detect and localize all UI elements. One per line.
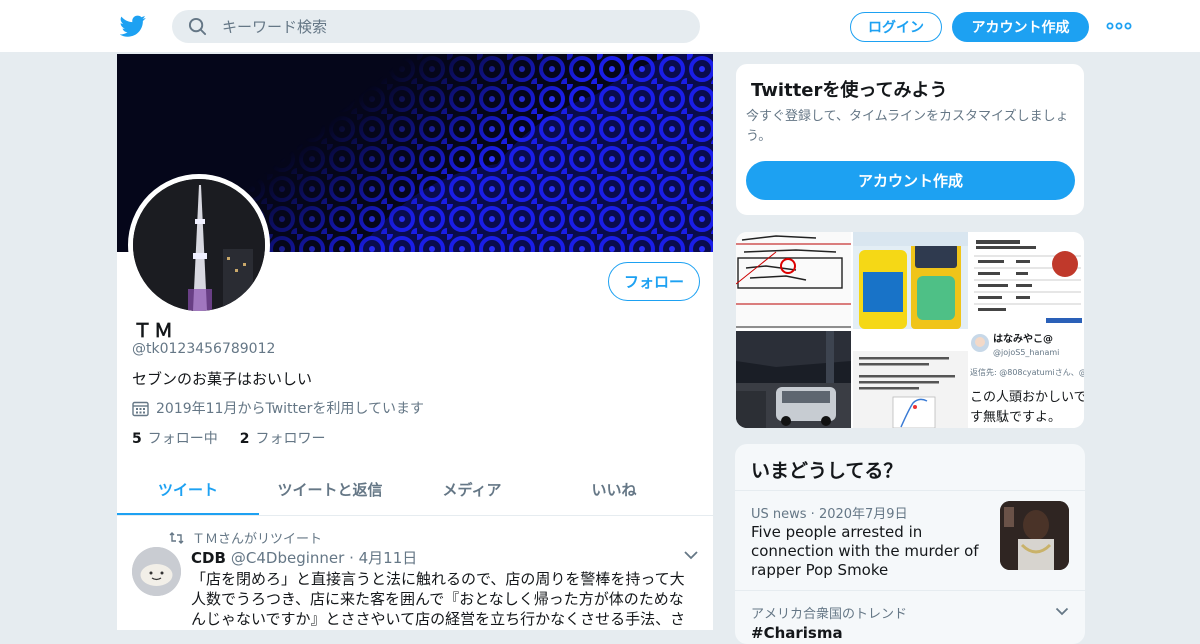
profile-avatar[interactable] [128,174,270,316]
news-meta: US news · 2020年7月9日 [751,503,908,522]
tab-media[interactable]: メディア [401,468,543,515]
tweet-author-name[interactable]: CDB [191,549,226,567]
thumb6-line3: す無駄ですよ。 [970,410,1061,425]
retweet-context: ＴＭさんがリツイート [169,528,322,547]
following-label: フォロー中 [147,431,218,447]
news-thumbnail [1000,501,1069,570]
thumb6-line1: 返信先: @808cyatumiさん、@ [970,367,1085,377]
profile-join-date: 2019年11月からTwitterを利用しています [132,398,424,418]
signup-button[interactable]: アカウント作成 [952,12,1089,42]
followers-link[interactable]: 2 フォロワー [240,428,326,448]
profile-column: フォロー ＴＭ @tk0123456789012 セブンのお菓子はおいしい 20… [116,54,714,630]
trend-context: アメリカ合衆国のトレンド [751,607,908,622]
media-thumbnail-grid: はなみやこ@ @jojoS5_hanami 返信先: @808cyatumiさん… [735,231,1085,429]
followers-label: フォロワー [255,431,326,447]
following-link[interactable]: 5 フォロー中 [132,428,218,448]
media-thumb-5[interactable] [853,331,968,428]
retweet-icon [169,531,184,544]
tweet-author-handle[interactable]: @C4Dbeginner [231,549,344,567]
profile-bio: セブンのお菓子はおいしい [132,370,313,388]
news-headline: Five people arrested in connection with … [751,523,979,579]
trend-item[interactable]: アメリカ合衆国のトレンド #Charisma [735,590,1085,644]
retweet-label: ＴＭさんがリツイート [192,532,323,547]
tab-likes[interactable]: いいね [543,468,685,515]
tweet-text: 「店を閉めろ」と直接言うと法に触れるので、店の周りを警棒を持って大人数でうろつき… [191,570,686,628]
thumb6-line2: この人頭おかしいで [970,390,1085,405]
chevron-down-icon[interactable] [1055,607,1069,616]
signup-card-title: Twitterを使ってみよう [751,80,948,101]
followers-count: 2 [239,431,250,447]
more-options-icon[interactable] [1106,17,1132,35]
tweet-separator: · [344,549,359,567]
signup-card-subtitle: 今すぐ登録して、タイムラインをカスタマイズしましょう。 [746,109,1069,144]
profile-handle: @tk0123456789012 [132,341,276,357]
trend-news-item[interactable]: US news · 2020年7月9日 Five people arrested… [735,490,1085,590]
chevron-down-icon[interactable] [683,550,699,560]
media-thumb-3[interactable] [970,232,1084,329]
following-count: 5 [132,431,142,447]
calendar-icon [132,401,149,416]
signup-promo-card: Twitterを使ってみよう 今すぐ登録して、タイムラインをカスタマイズしましょ… [735,63,1085,216]
signup-card-button[interactable]: アカウント作成 [746,161,1075,200]
news-date: 2020年7月9日 [818,507,908,522]
thumb6-user: はなみやこ@ [993,333,1053,345]
trend-hashtag: #Charisma [751,624,843,642]
news-source: US news [751,507,807,522]
media-thumb-6[interactable]: はなみやこ@ @jojoS5_hanami 返信先: @808cyatumiさん… [970,331,1085,428]
profile-stats: 5 フォロー中 2 フォロワー [132,428,326,448]
media-thumb-2[interactable] [853,232,968,329]
search-input[interactable] [172,10,700,43]
tab-tweets[interactable]: ツイート [117,468,259,515]
trends-panel: いまどうしてる？ US news · 2020年7月9日 Five people… [735,444,1085,644]
login-button[interactable]: ログイン [850,12,942,42]
join-date-text: 2019年11月からTwitterを利用しています [156,401,424,417]
news-separator: · [806,507,819,522]
tweet-author-avatar[interactable] [132,547,181,596]
media-thumb-1[interactable] [736,232,851,329]
profile-tabs: ツイート ツイートと返信 メディア いいね [117,468,713,516]
media-thumb-4[interactable] [736,331,851,428]
tab-tweets-and-replies[interactable]: ツイートと返信 [259,468,401,515]
trends-title: いまどうしてる？ [751,460,903,482]
follow-button[interactable]: フォロー [608,262,700,301]
search-icon [188,17,207,36]
thumb6-handle: @jojoS5_hanami [993,348,1059,357]
tweet-date[interactable]: 4月11日 [359,549,418,567]
tweet-header: CDB @C4Dbeginner · 4月11日 [191,547,417,568]
profile-display-name: ＴＭ [133,320,176,342]
top-navigation-bar: ログイン アカウント作成 [0,0,1200,53]
twitter-bird-icon[interactable] [120,13,146,39]
